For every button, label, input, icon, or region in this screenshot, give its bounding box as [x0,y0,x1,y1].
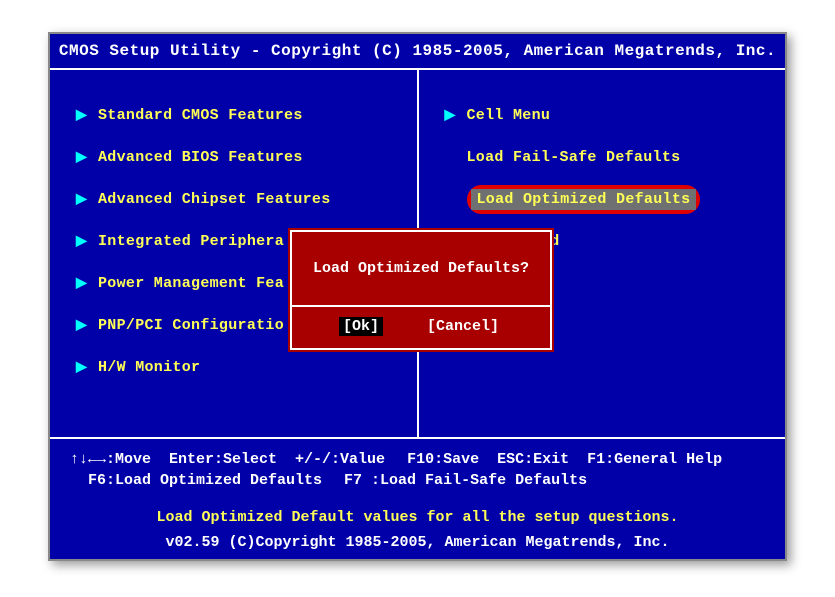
submenu-arrow-icon: ▶ [76,149,88,166]
menu-item-label: Integrated Periphera [98,233,284,250]
submenu-arrow-icon: ▶ [76,107,88,124]
submenu-arrow-icon: ▶ [76,233,88,250]
menu-item-label: H/W Monitor [98,359,200,376]
right-menu-item-0[interactable]: ▶ Cell Menu [445,94,772,136]
help-f6: F6:Load Optimized Defaults [88,472,322,489]
submenu-arrow-icon: ▶ [76,275,88,292]
left-menu-item-1[interactable]: ▶ Advanced BIOS Features [76,136,403,178]
help-save: F10:Save ESC:Exit F1:General Help [407,451,722,468]
left-menu-item-2[interactable]: ▶ Advanced Chipset Features [76,178,403,220]
ok-button[interactable]: [Ok] [339,317,383,336]
submenu-arrow-icon: ▶ [445,107,457,124]
left-menu-item-6[interactable]: ▶ H/W Monitor [76,346,403,388]
menu-item-label: Advanced Chipset Features [98,191,331,208]
submenu-arrow-icon: ▶ [76,359,88,376]
window-title: CMOS Setup Utility - Copyright (C) 1985-… [50,34,785,70]
menu-item-label: Advanced BIOS Features [98,149,303,166]
menu-item-label: Load Optimized Defaults [471,189,697,210]
menu-item-label: Cell Menu [467,107,551,124]
menu-item-label: Standard CMOS Features [98,107,303,124]
menu-item-label: Load Fail-Safe Defaults [467,149,681,166]
dialog-buttons: [Ok] [Cancel] [292,307,550,348]
bios-copyright: v02.59 (C)Copyright 1985-2005, American … [50,528,785,559]
help-bar: ↑↓←→:Move Enter:Select +/-/:Value F10:Sa… [50,439,785,495]
bios-screen: CMOS Setup Utility - Copyright (C) 1985-… [10,10,825,587]
context-hint: Load Optimized Default values for all th… [50,495,785,528]
right-menu-item-2[interactable]: ▶Load Optimized Defaults [445,178,772,220]
help-move: ↑↓←→:Move Enter:Select +/-/:Value [70,451,385,468]
submenu-arrow-icon: ▶ [76,317,88,334]
help-f7: F7 :Load Fail-Safe Defaults [344,472,587,489]
dialog-message: Load Optimized Defaults? [292,232,550,307]
cancel-button[interactable]: [Cancel] [423,317,503,336]
menu-item-label: Power Management Fea [98,275,284,292]
right-menu-item-1[interactable]: ▶Load Fail-Safe Defaults [445,136,772,178]
left-menu-item-0[interactable]: ▶ Standard CMOS Features [76,94,403,136]
confirm-dialog: Load Optimized Defaults? [Ok] [Cancel] [290,230,552,350]
submenu-arrow-icon: ▶ [76,191,88,208]
menu-item-label: PNP/PCI Configuratio [98,317,284,334]
